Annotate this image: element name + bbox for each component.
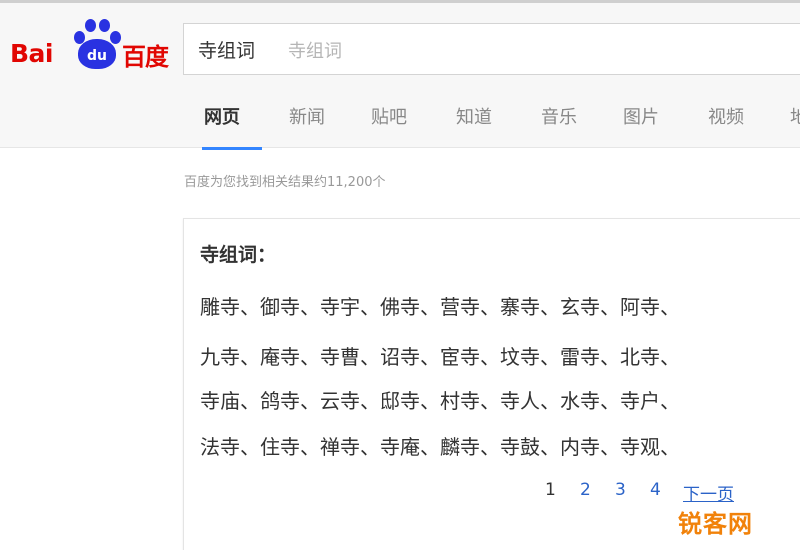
- word-link[interactable]: 九寺、: [200, 341, 260, 370]
- paw-icon: du: [70, 17, 122, 71]
- search-suggestion: 寺组词: [288, 41, 342, 62]
- tab-music[interactable]: 音乐: [541, 103, 577, 149]
- word-link[interactable]: 麟寺、: [440, 431, 500, 460]
- page-1: 1: [545, 480, 556, 500]
- word-link[interactable]: 邸寺、: [380, 385, 440, 414]
- word-link[interactable]: 寺庙、: [200, 385, 260, 414]
- word-link[interactable]: 宦寺、: [440, 341, 500, 370]
- word-link[interactable]: 水寺、: [560, 385, 620, 414]
- logo-chinese-text: 百度: [122, 43, 169, 71]
- tab-tieba[interactable]: 贴吧: [371, 103, 407, 149]
- word-link[interactable]: 禅寺、: [320, 431, 380, 460]
- word-link[interactable]: 营寺、: [440, 291, 500, 320]
- word-link[interactable]: 寺人、: [500, 385, 560, 414]
- next-page-link[interactable]: 下一页: [683, 480, 734, 505]
- word-link[interactable]: 雕寺、: [200, 291, 260, 320]
- word-link[interactable]: 诏寺、: [380, 341, 440, 370]
- word-link[interactable]: 玄寺、: [560, 291, 620, 320]
- page-4[interactable]: 4: [650, 480, 661, 500]
- word-link[interactable]: 北寺、: [620, 341, 680, 370]
- result-count: 百度为您找到相关结果约11,200个: [184, 175, 386, 190]
- page-2[interactable]: 2: [580, 480, 591, 500]
- tab-web[interactable]: 网页: [202, 103, 262, 150]
- baidu-logo[interactable]: Bai du 百度: [10, 17, 172, 75]
- page-3[interactable]: 3: [615, 480, 626, 500]
- word-link[interactable]: 寺观、: [620, 431, 680, 460]
- word-link[interactable]: 寺户、: [620, 385, 680, 414]
- word-link[interactable]: 阿寺、: [620, 291, 680, 320]
- tab-map[interactable]: 地: [790, 103, 800, 149]
- word-link[interactable]: 云寺、: [320, 385, 380, 414]
- word-link[interactable]: 寺庵、: [380, 431, 440, 460]
- tab-images[interactable]: 图片: [623, 103, 659, 149]
- word-link[interactable]: 村寺、: [440, 385, 500, 414]
- word-link[interactable]: 寺鼓、: [500, 431, 560, 460]
- word-link[interactable]: 法寺、: [200, 431, 260, 460]
- paw-text: du: [78, 39, 116, 69]
- logo-latin-text: Bai: [10, 39, 54, 68]
- word-link[interactable]: 住寺、: [260, 431, 320, 460]
- tab-video[interactable]: 视频: [708, 103, 744, 149]
- card-title: 寺组词：: [200, 244, 277, 266]
- word-row: 寺庙、鸽寺、云寺、邸寺、村寺、寺人、水寺、寺户、: [200, 385, 680, 414]
- search-input[interactable]: 寺组词 寺组词: [183, 23, 800, 75]
- word-link[interactable]: 佛寺、: [380, 291, 440, 320]
- word-link[interactable]: 雷寺、: [560, 341, 620, 370]
- word-link[interactable]: 坟寺、: [500, 341, 560, 370]
- word-link[interactable]: 鸽寺、: [260, 385, 320, 414]
- word-link[interactable]: 庵寺、: [260, 341, 320, 370]
- word-row: 九寺、庵寺、寺曹、诏寺、宦寺、坟寺、雷寺、北寺、: [200, 341, 680, 370]
- search-query: 寺组词: [198, 40, 256, 62]
- word-link[interactable]: 寺宇、: [320, 291, 380, 320]
- word-row: 雕寺、御寺、寺宇、佛寺、营寺、寨寺、玄寺、阿寺、: [200, 291, 680, 320]
- watermark: 锐客网: [678, 510, 753, 538]
- word-link[interactable]: 御寺、: [260, 291, 320, 320]
- nav-tabs: 网页 新闻 贴吧 知道 音乐 图片 视频 地: [186, 103, 800, 150]
- tab-news[interactable]: 新闻: [289, 103, 325, 149]
- word-link[interactable]: 内寺、: [560, 431, 620, 460]
- word-row: 法寺、住寺、禅寺、寺庵、麟寺、寺鼓、内寺、寺观、: [200, 431, 680, 460]
- header: Bai du 百度 寺组词 寺组词 网页 新闻 贴吧 知道 音乐 图片 视频 地: [0, 3, 800, 150]
- tab-zhidao[interactable]: 知道: [456, 103, 492, 149]
- word-link[interactable]: 寺曹、: [320, 341, 380, 370]
- word-link[interactable]: 寨寺、: [500, 291, 560, 320]
- word-card: 寺组词： 雕寺、御寺、寺宇、佛寺、营寺、寨寺、玄寺、阿寺、 九寺、庵寺、寺曹、诏…: [183, 218, 800, 550]
